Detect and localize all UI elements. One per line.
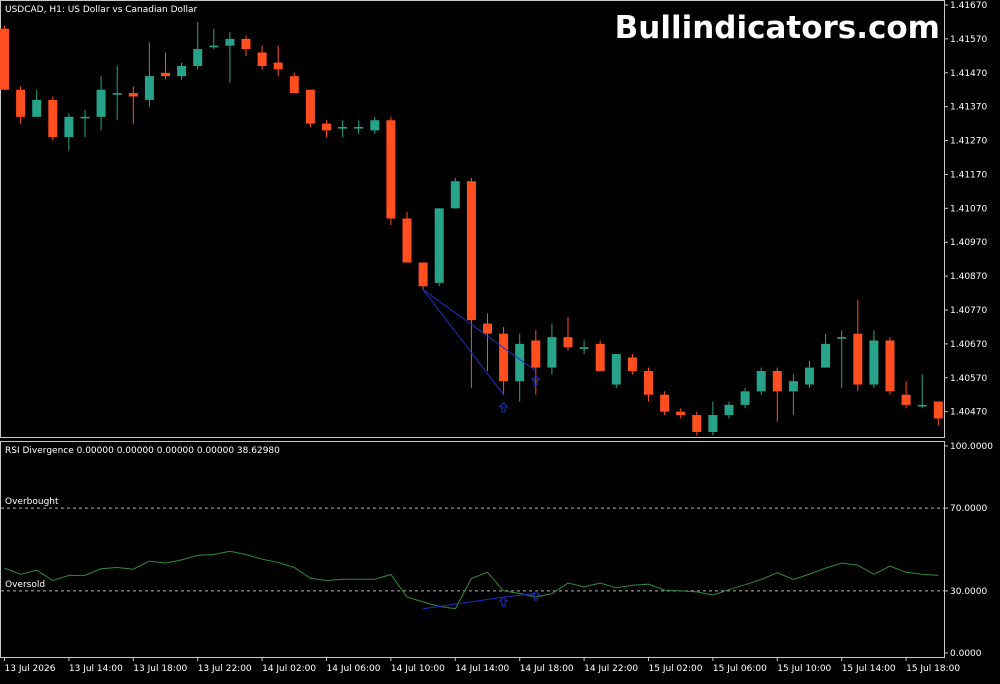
candle-body: [273, 62, 283, 70]
candle-body: [788, 381, 798, 392]
time-axis-label: 15 Jul 02:00: [649, 664, 703, 674]
candle-body: [499, 333, 509, 382]
price-axis-label: 1.41670: [950, 1, 987, 11]
candle-body: [112, 93, 122, 95]
candle-body: [531, 340, 541, 368]
candle-body: [64, 116, 74, 138]
rsi-title: RSI Divergence 0.00000 0.00000 0.00000 0…: [5, 446, 280, 456]
candle-body: [161, 72, 170, 77]
candle-body: [917, 404, 927, 407]
candle-body: [660, 394, 670, 412]
price-axis-label: 1.41070: [950, 204, 987, 214]
candle-body: [48, 99, 58, 138]
time-axis-label: 13 Jul 14:00: [69, 664, 123, 674]
candle-body: [724, 404, 734, 416]
watermark: Bullindicators.com: [615, 10, 940, 46]
symbol-title: USDCAD, H1: US Dollar vs Canadian Dollar: [5, 5, 198, 15]
time-axis-label: 14 Jul 06:00: [327, 664, 381, 674]
candle-body: [0, 28, 9, 90]
chart-canvas[interactable]: 1.41670 1.41570 1.41470 1.41370 1.41270 1.411…: [0, 0, 1000, 680]
candle-body: [257, 52, 267, 66]
time-axis-label: 13 Jul 2026: [5, 664, 56, 674]
candle-body: [708, 415, 718, 432]
candle-body: [853, 333, 863, 385]
price-axis-label: 1.41470: [950, 69, 987, 79]
candle-body: [402, 218, 412, 263]
candle-body: [144, 76, 154, 100]
candle-body: [305, 89, 315, 124]
time-axis-label: 15 Jul 18:00: [906, 664, 960, 674]
rsi-axis-label: 0.0000: [950, 649, 982, 659]
candle-body: [547, 337, 557, 368]
time-axis-label: 15 Jul 14:00: [842, 664, 896, 674]
time-axis-label: 14 Jul 22:00: [584, 664, 638, 674]
rsi-axis-label: 30.0000: [950, 587, 987, 597]
candle-body: [740, 391, 750, 405]
candle-body: [595, 343, 605, 371]
candle-body: [756, 371, 766, 392]
candle-body: [80, 116, 90, 119]
candle-body: [901, 394, 911, 405]
candle-body: [885, 340, 895, 392]
price-axis-label: 1.40870: [950, 272, 987, 282]
candle-body: [692, 415, 702, 432]
price-axis-label: 1.40670: [950, 340, 987, 350]
price-axis-label: 1.41270: [950, 137, 987, 147]
candle-body: [241, 38, 251, 50]
price-axis-label: 1.40770: [950, 306, 987, 316]
price-axis-label: 1.41570: [950, 35, 987, 45]
time-axis-label: 15 Jul 06:00: [713, 664, 767, 674]
candle-body: [772, 371, 782, 392]
candle-body: [370, 120, 380, 131]
candle-body: [177, 66, 187, 77]
time-axis-label: 13 Jul 18:00: [133, 664, 187, 674]
candle-body: [193, 49, 203, 66]
candle-body: [466, 181, 476, 321]
candle-body: [338, 127, 348, 129]
candle-body: [354, 127, 364, 129]
candle-body: [450, 181, 460, 209]
candle-body: [225, 38, 235, 46]
candle-body: [515, 343, 525, 382]
candle-body: [644, 371, 653, 395]
candle-body: [418, 262, 428, 287]
candle-body: [128, 93, 138, 97]
candle-body: [579, 347, 589, 349]
candle-body: [96, 89, 106, 117]
candle-body: [563, 337, 573, 348]
time-axis-label: 13 Jul 22:00: [198, 664, 252, 674]
price-axis-label: 1.40970: [950, 238, 987, 248]
candle-body: [16, 89, 26, 117]
time-axis-label: 14 Jul 18:00: [520, 664, 574, 674]
candle-body: [627, 357, 637, 371]
candle-body: [289, 76, 299, 94]
candle-body: [869, 340, 879, 385]
candle-body: [32, 99, 42, 117]
candle-body: [933, 401, 943, 419]
candle-body: [209, 45, 219, 48]
rsi-axis-label: 70.0000: [950, 504, 987, 514]
time-axis-label: 14 Jul 02:00: [262, 664, 316, 674]
rsi-axis-label: 100.0000: [950, 442, 993, 452]
candle-body: [434, 208, 444, 283]
candle-body: [386, 120, 396, 219]
price-axis-label: 1.40570: [950, 374, 987, 384]
price-axis-label: 1.40470: [950, 408, 987, 418]
candle-body: [322, 123, 331, 131]
candle-body: [837, 337, 847, 339]
candle-body: [805, 367, 814, 385]
price-axis-label: 1.41170: [950, 170, 987, 180]
rsi-level-label: Oversold: [5, 580, 45, 590]
time-axis-label: 15 Jul 10:00: [777, 664, 831, 674]
candle-body: [676, 411, 686, 416]
candle-body: [611, 354, 621, 385]
time-axis-label: 14 Jul 14:00: [455, 664, 509, 674]
rsi-level-label: Overbought: [5, 497, 59, 507]
candle-body: [821, 343, 831, 368]
chart-window[interactable]: 1.41670 1.41570 1.41470 1.41370 1.41270 1.411…: [0, 0, 1000, 680]
price-axis-label: 1.41370: [950, 103, 987, 113]
candle-body: [483, 323, 492, 334]
time-axis-label: 14 Jul 10:00: [391, 664, 445, 674]
